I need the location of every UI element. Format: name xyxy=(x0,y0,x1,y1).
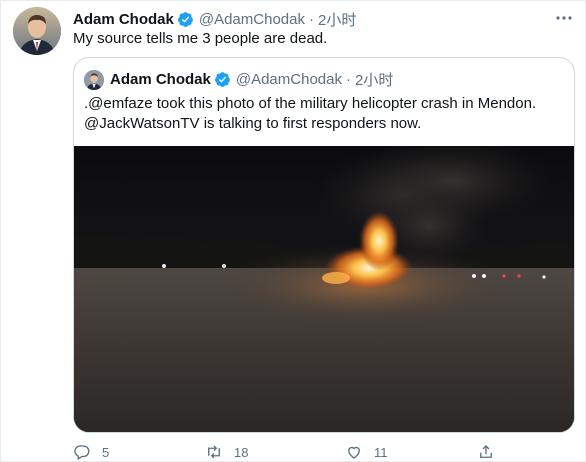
quoted-author-avatar[interactable] xyxy=(84,70,104,90)
author-name[interactable]: Adam Chodak xyxy=(73,11,174,28)
author-handle[interactable]: @AdamChodak xyxy=(199,11,305,28)
separator-dot: · xyxy=(345,70,351,88)
tweet-header: Adam Chodak @AdamChodak · 2小时 xyxy=(73,9,356,29)
quoted-text-line: .@emfaze took this photo of the military… xyxy=(84,95,537,112)
quoted-text: .@emfaze took this photo of the military… xyxy=(84,94,568,134)
like-icon xyxy=(348,446,360,459)
quoted-header: Adam Chodak @AdamChodak · 2小时 xyxy=(110,69,393,89)
verified-badge-icon xyxy=(214,71,230,87)
share-icon xyxy=(480,445,492,458)
tweet-card[interactable]: Adam Chodak @AdamChodak · 2小时 My source … xyxy=(0,0,586,462)
quoted-tweet[interactable]: Adam Chodak @AdamChodak · 2小时 .@emfaze t… xyxy=(73,57,575,433)
more-options-button[interactable] xyxy=(553,9,575,27)
separator-dot: · xyxy=(308,10,314,28)
author-avatar[interactable] xyxy=(13,7,61,55)
action-bar: 5 18 11 xyxy=(73,441,503,462)
reply-count: 5 xyxy=(102,444,110,460)
quoted-timestamp[interactable]: 2小时 xyxy=(355,69,393,90)
reply-button[interactable]: 5 xyxy=(73,443,109,461)
retweet-button[interactable]: 18 xyxy=(205,443,248,461)
like-button[interactable]: 11 xyxy=(345,443,388,461)
quoted-author-handle[interactable]: @AdamChodak xyxy=(236,71,342,88)
reply-icon xyxy=(74,445,90,460)
like-count: 11 xyxy=(374,444,388,460)
verified-badge-icon xyxy=(177,11,193,27)
quoted-author-name[interactable]: Adam Chodak xyxy=(110,71,211,88)
tweet-text: My source tells me 3 people are dead. xyxy=(73,30,328,47)
retweet-count: 18 xyxy=(234,444,249,460)
quoted-text-line: @JackWatsonTV is talking to first respon… xyxy=(84,115,422,132)
share-button[interactable] xyxy=(477,443,495,461)
retweet-icon xyxy=(208,445,220,459)
more-icon xyxy=(556,16,572,20)
crash-photo[interactable] xyxy=(74,146,574,432)
tweet-timestamp[interactable]: 2小时 xyxy=(318,9,356,30)
